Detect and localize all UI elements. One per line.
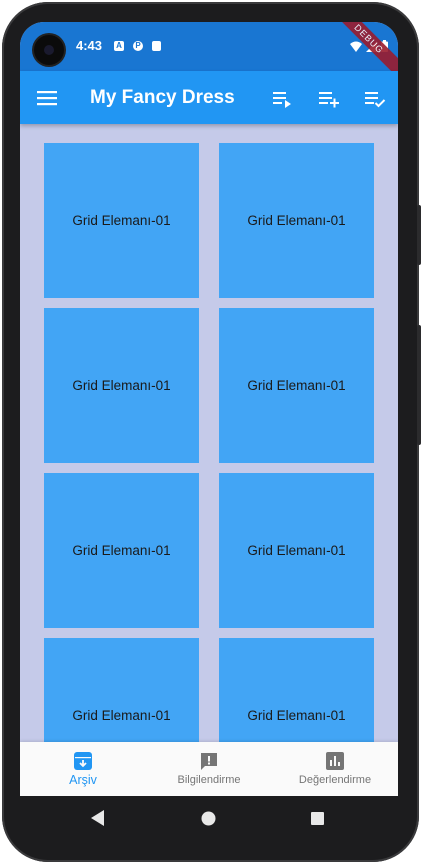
grid-item-label: Grid Elemanı-01 bbox=[247, 543, 346, 558]
nav-label: Bilgilendirme bbox=[177, 774, 241, 786]
grid-item[interactable]: Grid Elemanı-01 bbox=[219, 308, 374, 463]
grid-item[interactable]: Grid Elemanı-01 bbox=[44, 473, 199, 628]
nav-label: Değerlendirme bbox=[298, 774, 372, 786]
grid-item[interactable]: Grid Elemanı-01 bbox=[44, 143, 199, 298]
grid-item-label: Grid Elemanı-01 bbox=[72, 213, 171, 228]
sd-card-icon bbox=[152, 41, 161, 51]
home-icon[interactable] bbox=[201, 811, 216, 826]
power-button bbox=[417, 325, 421, 445]
nav-item-bilgilendirme[interactable]: Bilgilendirme bbox=[146, 742, 272, 796]
status-time: 4:43 bbox=[76, 38, 103, 53]
screen: 4:43 A P DEBUG My Fancy Dress Grid Elema… bbox=[20, 22, 398, 796]
grid-item[interactable]: Grid Elemanı-01 bbox=[219, 473, 374, 628]
nav-item-degerlendirme[interactable]: Değerlendirme bbox=[272, 742, 398, 796]
system-navigation-bar bbox=[20, 796, 398, 842]
a-notification-icon: A bbox=[114, 41, 124, 51]
grid-item-label: Grid Elemanı-01 bbox=[247, 213, 346, 228]
grid-item[interactable]: Grid Elemanı-01 bbox=[219, 638, 374, 742]
nav-item-arsiv[interactable]: Arşiv bbox=[20, 742, 146, 796]
grid-item[interactable]: Grid Elemanı-01 bbox=[44, 308, 199, 463]
grid-item-label: Grid Elemanı-01 bbox=[72, 708, 171, 723]
nav-label: Arşiv bbox=[69, 773, 97, 787]
recents-icon[interactable] bbox=[311, 812, 324, 825]
grid-item-label: Grid Elemanı-01 bbox=[72, 378, 171, 393]
assessment-icon bbox=[326, 752, 344, 770]
menu-icon[interactable] bbox=[36, 87, 58, 109]
playlist-add-check-icon[interactable] bbox=[363, 87, 387, 111]
grid-view[interactable]: Grid Elemanı-01 Grid Elemanı-01 Grid Ele… bbox=[20, 124, 398, 742]
wifi-icon bbox=[350, 41, 362, 52]
grid-item[interactable]: Grid Elemanı-01 bbox=[44, 638, 199, 742]
announcement-icon bbox=[201, 753, 217, 770]
archive-icon bbox=[74, 752, 92, 770]
grid-item-label: Grid Elemanı-01 bbox=[247, 378, 346, 393]
playlist-play-icon[interactable] bbox=[271, 87, 295, 111]
grid-item-label: Grid Elemanı-01 bbox=[72, 543, 171, 558]
app-bar: My Fancy Dress bbox=[20, 71, 398, 124]
status-bar: 4:43 A P DEBUG bbox=[20, 22, 398, 83]
grid-item-label: Grid Elemanı-01 bbox=[247, 708, 346, 723]
grid-item[interactable]: Grid Elemanı-01 bbox=[219, 143, 374, 298]
volume-button bbox=[417, 205, 421, 265]
app-title: My Fancy Dress bbox=[90, 87, 235, 108]
bottom-navigation: Arşiv Bilgilendirme Değerlendirme bbox=[20, 742, 398, 796]
back-icon[interactable] bbox=[91, 810, 105, 826]
camera-cutout bbox=[34, 35, 64, 65]
playlist-add-icon[interactable] bbox=[317, 87, 341, 111]
p-notification-icon: P bbox=[133, 41, 143, 51]
